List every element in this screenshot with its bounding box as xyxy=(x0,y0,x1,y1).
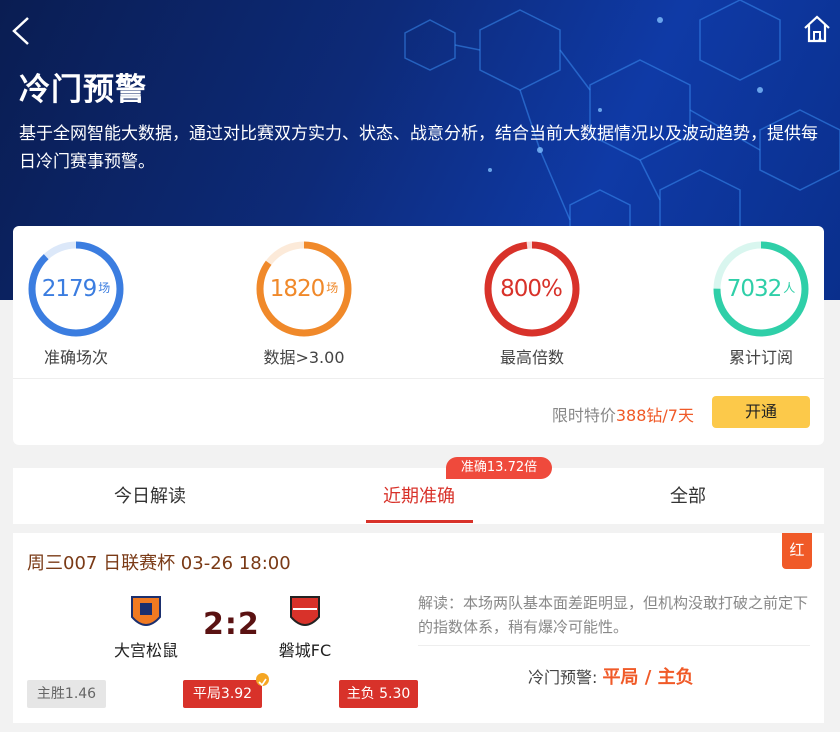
ring-chart: 2179 场 xyxy=(27,240,125,338)
stat-subscribers: 7032 人 累计订阅 xyxy=(701,240,821,368)
match-header: 周三007 日联赛杯 03-26 18:00 xyxy=(27,553,291,574)
match-card[interactable]: 周三007 日联赛杯 03-26 18:00 红 大宫松鼠 2:2 磐城FC 主… xyxy=(13,533,824,723)
stat-unit: 场 xyxy=(326,280,339,295)
away-team-logo xyxy=(285,593,325,633)
divider xyxy=(13,378,824,379)
stat-unit: 场 xyxy=(98,280,111,295)
stat-label: 最高倍数 xyxy=(499,348,564,367)
check-icon xyxy=(256,673,269,687)
stat-value: 800% xyxy=(500,276,563,302)
away-team-name: 磐城FC xyxy=(278,641,332,660)
tab-today-analysis[interactable]: 今日解读 xyxy=(50,468,250,524)
tab-bar: 今日解读 近期准确 全部 xyxy=(13,468,824,524)
home-icon xyxy=(804,15,830,43)
accuracy-badge: 准确13.72倍 xyxy=(446,457,552,479)
odds-home-win[interactable]: 主胜1.46 xyxy=(27,680,106,708)
away-team: 磐城FC xyxy=(265,593,345,661)
match-score: 2:2 xyxy=(203,607,260,642)
stat-accurate-matches: 2179 场 准确场次 xyxy=(16,240,136,368)
stat-data-over-3: 1820 场 数据>3.00 xyxy=(244,240,364,368)
active-tab-indicator xyxy=(366,520,473,523)
back-button[interactable] xyxy=(10,14,34,48)
ring-chart: 800% xyxy=(483,240,581,338)
match-analysis: 解读：本场两队基本面差距明显，但机构没敢打破之前定下的指数体系，稍有爆冷可能性。 xyxy=(418,594,809,636)
stat-value: 7032 xyxy=(726,276,783,302)
stat-value: 1820 xyxy=(269,276,326,302)
tab-all[interactable]: 全部 xyxy=(588,468,788,524)
stat-label: 数据>3.00 xyxy=(263,348,345,367)
stat-label: 准确场次 xyxy=(43,348,108,367)
ring-chart: 7032 人 xyxy=(712,240,810,338)
stat-unit: 人 xyxy=(783,280,796,295)
home-team: 大宫松鼠 xyxy=(106,593,186,661)
odds-home-loss[interactable]: 主负 5.30 xyxy=(339,680,418,708)
offer-prefix: 限时特价 xyxy=(551,406,616,425)
stat-value: 2179 xyxy=(41,276,98,302)
upset-warning-label: 冷门预警: xyxy=(528,668,598,687)
odds-draw[interactable]: 平局3.92 xyxy=(183,680,262,708)
page-title: 冷门预警 xyxy=(19,72,147,108)
offer-price: 限时特价388钻/7天 xyxy=(552,402,694,426)
open-subscription-button[interactable]: 开通 xyxy=(712,396,810,428)
stats-card: 2179 场 准确场次 1820 场 数据>3.00 800% 最高倍数 7032 人… xyxy=(13,226,824,445)
page-description: 基于全网智能大数据，通过对比赛双方实力、状态、战意分析，结合当前大数据情况以及波… xyxy=(19,124,818,172)
divider xyxy=(418,645,810,646)
ring-chart: 1820 场 xyxy=(255,240,353,338)
upset-warning-pick: 平局 / 主负 xyxy=(602,667,694,688)
home-team-name: 大宫松鼠 xyxy=(113,641,178,660)
stat-max-multiple: 800% 最高倍数 xyxy=(472,240,592,368)
upset-warning: 冷门预警: 平局 / 主负 xyxy=(528,663,694,689)
result-tag: 红 xyxy=(782,533,812,569)
offer-price-value: 388钻/7天 xyxy=(615,406,694,425)
stat-label: 累计订阅 xyxy=(728,348,793,367)
chevron-left-icon xyxy=(12,17,29,45)
home-button[interactable] xyxy=(802,14,832,44)
home-team-logo xyxy=(126,593,166,633)
